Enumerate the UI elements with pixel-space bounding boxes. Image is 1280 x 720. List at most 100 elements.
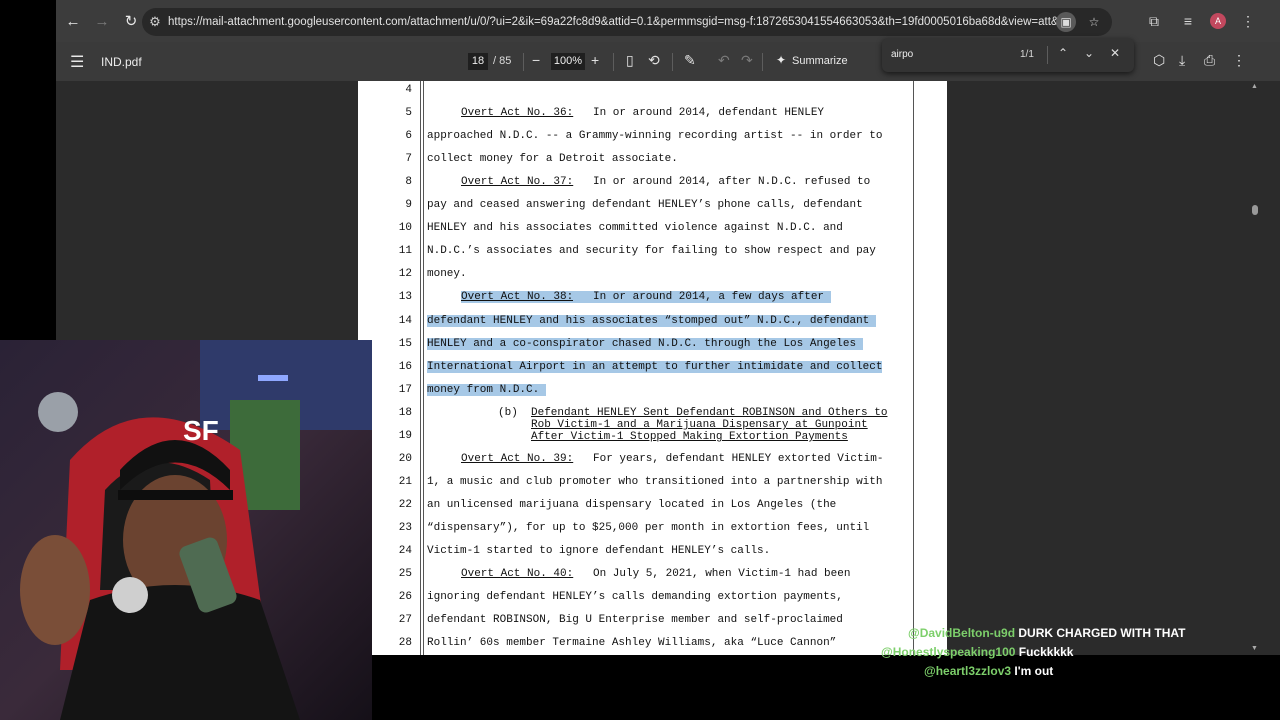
- toolbar-divider: [672, 53, 673, 71]
- line-text: Victim-1 started to ignore defendant HEN…: [427, 545, 771, 557]
- line-text: Rollin’ 60s member Termaine Ashley Willi…: [427, 637, 837, 649]
- overt-act-label: Overt Act No. 40:: [461, 568, 574, 580]
- line-number: 12: [398, 268, 412, 280]
- chat-message: @DavidBelton-u9d DURK CHARGED WITH THAT: [908, 626, 1185, 640]
- undo-icon[interactable]: ↶: [718, 52, 730, 69]
- line-text: International Airport in an attempt to f…: [427, 361, 883, 373]
- streamer-video-image: SF: [0, 340, 372, 720]
- fit-page-icon[interactable]: ▯: [626, 52, 634, 69]
- find-next-icon[interactable]: ⌄: [1084, 46, 1094, 60]
- section-heading-line: After Victim-1 Stopped Making Extortion …: [531, 431, 848, 443]
- chat-message: @Honestlyspeaking100 Fuckkkkk: [881, 645, 1073, 659]
- line-number: 15: [398, 338, 412, 350]
- line-text: defendant HENLEY and his associates “sto…: [427, 315, 876, 327]
- address-bar[interactable]: ⚙ https://mail-attachment.googleusercont…: [142, 8, 1112, 36]
- overt-act-label: Overt Act No. 38:: [461, 291, 574, 303]
- line-text: an unlicensed marijuana dispensary locat…: [427, 499, 837, 511]
- scrollbar[interactable]: [1250, 81, 1260, 655]
- redo-icon[interactable]: ↷: [741, 52, 753, 69]
- line-number: 23: [398, 522, 412, 534]
- summarize-button[interactable]: Summarize: [792, 55, 848, 67]
- url-text[interactable]: https://mail-attachment.googleuserconten…: [168, 16, 1073, 28]
- line-number: 28: [398, 637, 412, 649]
- line-number: 20: [398, 453, 412, 465]
- line-number: 22: [398, 499, 412, 511]
- line-text: collect money for a Detroit associate.: [427, 153, 678, 165]
- find-close-icon[interactable]: ✕: [1110, 46, 1120, 60]
- line-text: In or around 2014, defendant HENLEY: [573, 107, 825, 119]
- chat-message: @heartl3zzlov3 I'm out: [924, 664, 1053, 678]
- zoom-input[interactable]: 100%: [551, 53, 585, 70]
- browser-menu-icon[interactable]: ⋮: [1236, 9, 1260, 33]
- line-number: 14: [398, 315, 412, 327]
- line-number: 27: [398, 614, 412, 626]
- page-total: / 85: [493, 55, 512, 67]
- site-info-icon[interactable]: ⚙: [142, 14, 168, 30]
- forward-arrow-icon[interactable]: →: [89, 8, 115, 34]
- section-heading-line: Defendant HENLEY Sent Defendant ROBINSON…: [531, 407, 888, 419]
- find-bar: airpo 1/1 ⌃ ⌄ ✕: [882, 38, 1134, 72]
- bookmark-star-icon[interactable]: ☆: [1084, 12, 1104, 32]
- section-heading-line: Rob Victim-1 and a Marijuana Dispensary …: [531, 419, 868, 431]
- line-text: HENLEY and a co-conspirator chased N.D.C…: [427, 338, 863, 350]
- line-number: 11: [398, 245, 412, 257]
- line-number: 24: [398, 545, 412, 557]
- print-icon[interactable]: ⎙: [1204, 52, 1215, 69]
- drive-save-icon[interactable]: ⬡: [1153, 52, 1165, 69]
- margin-rule: [423, 81, 424, 655]
- page-number-input[interactable]: 18: [468, 53, 488, 70]
- scroll-thumb[interactable]: [1252, 205, 1258, 215]
- toolbar-divider: [613, 53, 614, 71]
- chat-text: Fuckkkkk: [1018, 645, 1074, 659]
- chat-text: DURK CHARGED WITH THAT: [1018, 626, 1186, 640]
- download-icon[interactable]: ⤓: [1179, 52, 1185, 69]
- line-number: 9: [405, 199, 412, 211]
- line-number: 16: [398, 361, 412, 373]
- line-text: money.: [427, 268, 467, 280]
- extensions-icon[interactable]: ⧉: [1142, 9, 1166, 33]
- scroll-down-icon[interactable]: ▼: [1251, 645, 1258, 652]
- browser-toolbar: ← → ↻ ⚙ https://mail-attachment.googleus…: [56, 0, 1280, 42]
- zoom-in-icon[interactable]: +: [591, 52, 599, 68]
- line-text: HENLEY and his associates committed viol…: [427, 222, 843, 234]
- chat-username: @heartl3zzlov3: [924, 664, 1012, 678]
- line-text: ignoring defendant HENLEY’s calls demand…: [427, 591, 843, 603]
- line-number: 4: [405, 84, 412, 96]
- reload-icon[interactable]: ↻: [118, 8, 144, 34]
- line-number: 8: [405, 176, 412, 188]
- summarize-icon[interactable]: ✦: [776, 53, 786, 67]
- scroll-up-icon[interactable]: ▲: [1251, 83, 1258, 90]
- line-number: 13: [398, 291, 412, 303]
- find-input[interactable]: airpo: [891, 49, 913, 60]
- line-text: On July 5, 2021, when Victim-1 had been: [573, 568, 851, 580]
- toolbar-divider: [762, 53, 763, 71]
- line-number: 5: [405, 107, 412, 119]
- chat-text: I'm out: [1014, 664, 1054, 678]
- tab-search-icon[interactable]: ≡: [1176, 9, 1200, 33]
- chat-username: @Honestlyspeaking100: [881, 645, 1016, 659]
- line-text: In or around 2014, a few days after: [573, 291, 831, 303]
- line-text: money from N.D.C.: [427, 384, 546, 396]
- find-previous-icon[interactable]: ⌃: [1058, 46, 1068, 60]
- line-number: 21: [398, 476, 412, 488]
- annotate-pen-icon[interactable]: ✎: [684, 52, 696, 69]
- svg-text:SF: SF: [183, 415, 219, 446]
- zoom-out-icon[interactable]: −: [532, 52, 540, 68]
- more-options-icon[interactable]: ⋮: [1232, 52, 1246, 69]
- line-text: In or around 2014, after N.D.C. refused …: [573, 176, 871, 188]
- document-title: IND.pdf: [101, 55, 142, 69]
- back-arrow-icon[interactable]: ←: [60, 8, 86, 34]
- profile-avatar[interactable]: A: [1210, 13, 1226, 29]
- find-match-count: 1/1: [1020, 49, 1034, 60]
- line-number: 17: [398, 384, 412, 396]
- line-number: 7: [405, 153, 412, 165]
- pdf-viewer-icon[interactable]: ▣: [1056, 12, 1076, 32]
- rotate-icon[interactable]: ⟲: [648, 52, 660, 69]
- section-marker: (b): [498, 407, 518, 419]
- line-number: 25: [398, 568, 412, 580]
- find-divider: [1047, 46, 1048, 64]
- hamburger-menu-icon[interactable]: ☰: [70, 52, 84, 72]
- line-text: For years, defendant HENLEY extorted Vic…: [573, 453, 884, 465]
- line-text: approached N.D.C. -- a Grammy-winning re…: [427, 130, 883, 142]
- overt-act-label: Overt Act No. 39:: [461, 453, 574, 465]
